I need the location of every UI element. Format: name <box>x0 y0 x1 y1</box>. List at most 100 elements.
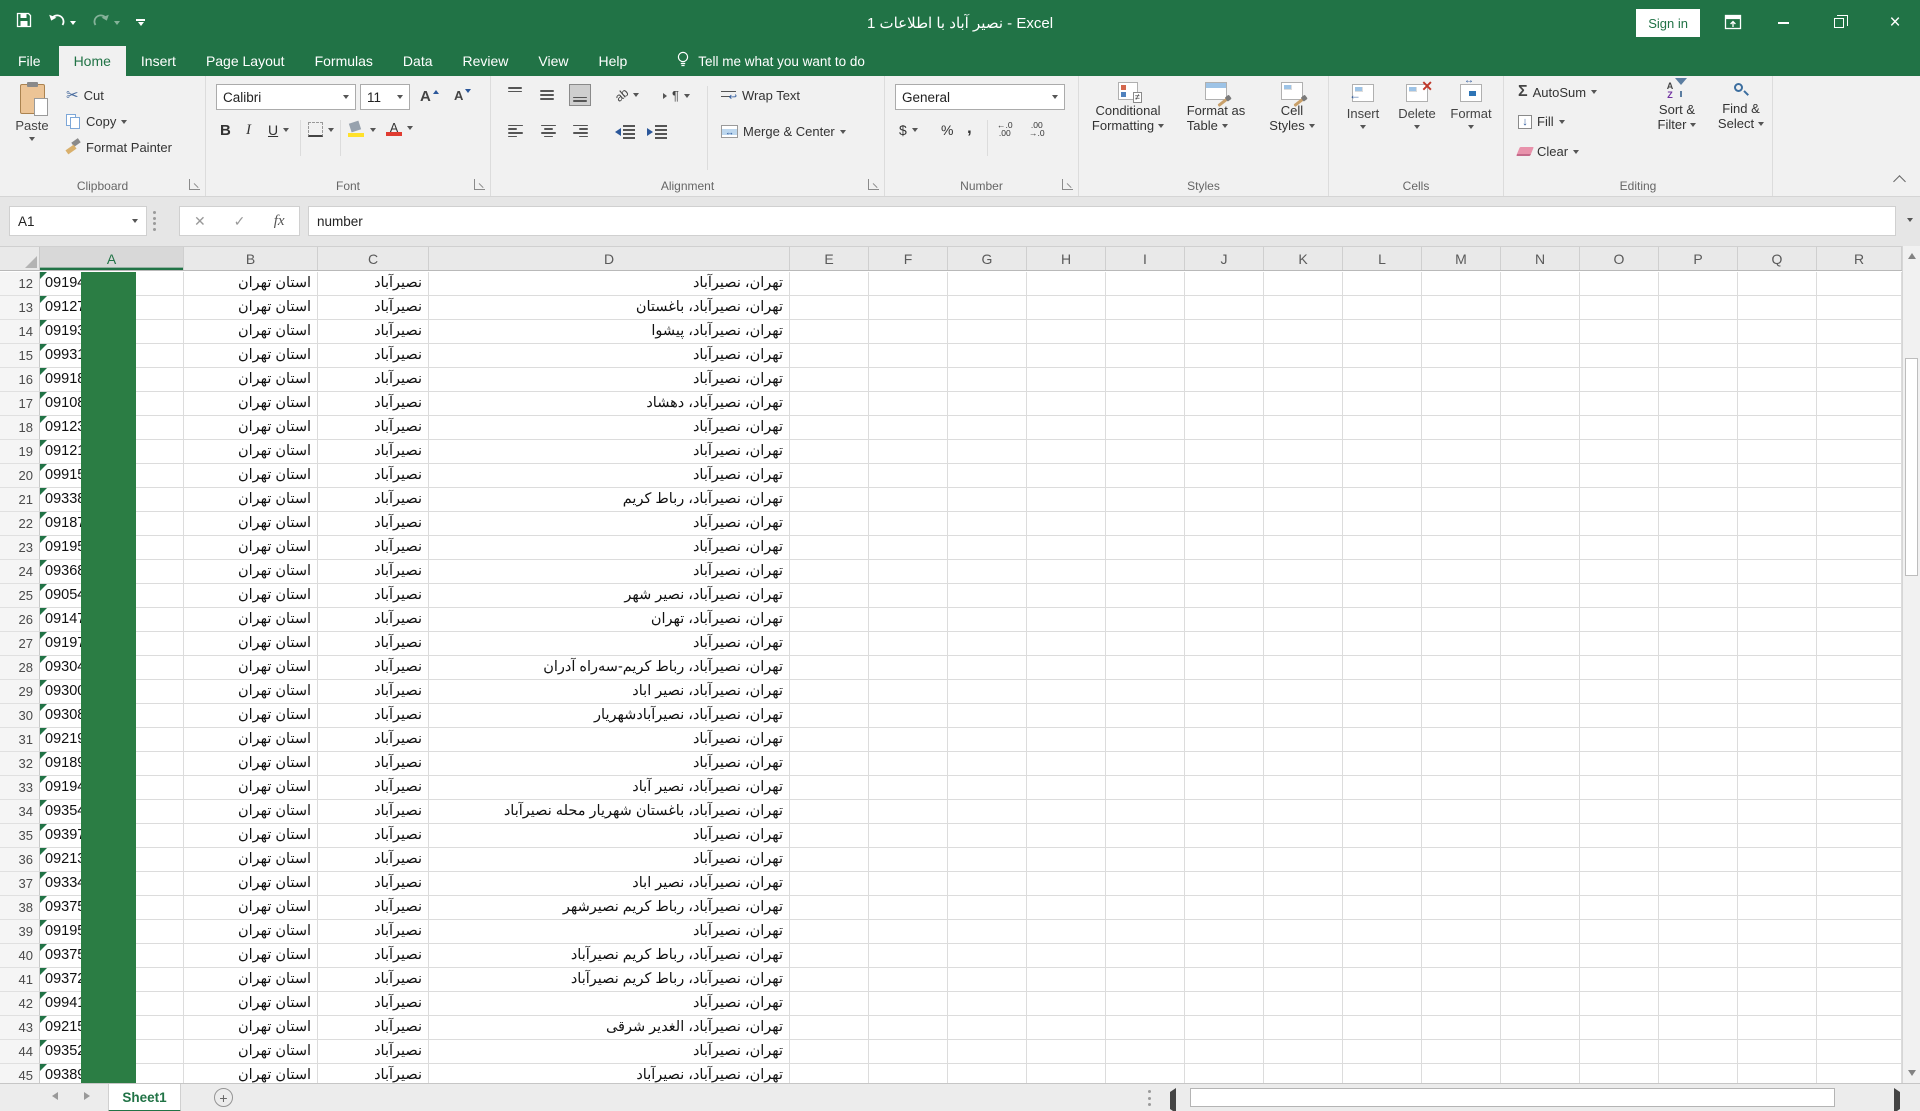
cell-o33[interactable] <box>1580 776 1659 800</box>
cell-b45[interactable]: استان تهران <box>184 1064 318 1083</box>
wrap-text-button[interactable]: ↩ Wrap Text <box>721 88 800 103</box>
cell-j15[interactable] <box>1185 344 1264 368</box>
cell-b28[interactable]: استان تهران <box>184 656 318 680</box>
cell-i39[interactable] <box>1106 920 1185 944</box>
copy-button[interactable]: Copy <box>66 114 128 129</box>
cell-r44[interactable] <box>1817 1040 1902 1064</box>
cell-b20[interactable]: استان تهران <box>184 464 318 488</box>
cell-o44[interactable] <box>1580 1040 1659 1064</box>
cell-j41[interactable] <box>1185 968 1264 992</box>
format-as-table-button[interactable]: Format as Table <box>1177 82 1255 133</box>
cell-o21[interactable] <box>1580 488 1659 512</box>
cell-r33[interactable] <box>1817 776 1902 800</box>
cell-h33[interactable] <box>1027 776 1106 800</box>
cell-f22[interactable] <box>869 512 948 536</box>
accounting-dropdown-icon[interactable] <box>911 128 918 132</box>
cell-i44[interactable] <box>1106 1040 1185 1064</box>
cell-h15[interactable] <box>1027 344 1106 368</box>
autosum-dropdown-icon[interactable] <box>1591 90 1598 94</box>
cell-d22[interactable]: تهران، نصیرآباد <box>429 512 790 536</box>
cell-m37[interactable] <box>1422 872 1501 896</box>
cell-p26[interactable] <box>1659 608 1738 632</box>
align-center-button[interactable] <box>537 120 559 142</box>
cell-i35[interactable] <box>1106 824 1185 848</box>
cell-k15[interactable] <box>1264 344 1343 368</box>
cell-c23[interactable]: نصیرآباد <box>318 536 429 560</box>
row-header-35[interactable]: 35 <box>0 824 40 848</box>
redo-icon[interactable] <box>92 13 110 33</box>
column-header-m[interactable]: M <box>1422 247 1501 270</box>
column-header-j[interactable]: J <box>1185 247 1264 270</box>
cell-o15[interactable] <box>1580 344 1659 368</box>
delete-cells-button[interactable]: ✕ Delete <box>1391 78 1443 129</box>
cell-m30[interactable] <box>1422 704 1501 728</box>
cell-e38[interactable] <box>790 896 869 920</box>
format-cells-button[interactable]: ↔ Format <box>1443 75 1499 129</box>
column-header-h[interactable]: H <box>1027 247 1106 270</box>
cell-o35[interactable] <box>1580 824 1659 848</box>
tab-home[interactable]: Home <box>58 46 126 76</box>
cell-p21[interactable] <box>1659 488 1738 512</box>
cell-n25[interactable] <box>1501 584 1580 608</box>
cell-f15[interactable] <box>869 344 948 368</box>
cell-m19[interactable] <box>1422 440 1501 464</box>
cell-k20[interactable] <box>1264 464 1343 488</box>
cell-q40[interactable] <box>1738 944 1817 968</box>
cell-n38[interactable] <box>1501 896 1580 920</box>
cell-p28[interactable] <box>1659 656 1738 680</box>
cell-g42[interactable] <box>948 992 1027 1016</box>
cell-q43[interactable] <box>1738 1016 1817 1040</box>
cell-d21[interactable]: تهران، نصیرآباد، رباط کریم <box>429 488 790 512</box>
row-header-24[interactable]: 24 <box>0 560 40 584</box>
cell-b32[interactable]: استان تهران <box>184 752 318 776</box>
cell-q17[interactable] <box>1738 392 1817 416</box>
cell-m38[interactable] <box>1422 896 1501 920</box>
cell-j39[interactable] <box>1185 920 1264 944</box>
cell-c45[interactable]: نصیرآباد <box>318 1064 429 1083</box>
cell-n41[interactable] <box>1501 968 1580 992</box>
cell-c30[interactable]: نصیرآباد <box>318 704 429 728</box>
cell-c26[interactable]: نصیرآباد <box>318 608 429 632</box>
cell-j21[interactable] <box>1185 488 1264 512</box>
cell-g23[interactable] <box>948 536 1027 560</box>
cell-k13[interactable] <box>1264 296 1343 320</box>
cell-m18[interactable] <box>1422 416 1501 440</box>
cell-g18[interactable] <box>948 416 1027 440</box>
cell-f17[interactable] <box>869 392 948 416</box>
cell-r20[interactable] <box>1817 464 1902 488</box>
new-sheet-icon[interactable]: + <box>214 1088 233 1107</box>
cell-f29[interactable] <box>869 680 948 704</box>
cell-m41[interactable] <box>1422 968 1501 992</box>
cell-m21[interactable] <box>1422 488 1501 512</box>
cell-j35[interactable] <box>1185 824 1264 848</box>
cell-f43[interactable] <box>869 1016 948 1040</box>
fill-dropdown-icon[interactable] <box>1558 119 1565 124</box>
cell-b34[interactable]: استان تهران <box>184 800 318 824</box>
tab-page-layout[interactable]: Page Layout <box>191 46 300 76</box>
cell-n32[interactable] <box>1501 752 1580 776</box>
cell-l23[interactable] <box>1343 536 1422 560</box>
font-color-dropdown-icon[interactable] <box>407 126 413 130</box>
decrease-font-size-button[interactable]: A <box>454 88 472 103</box>
orientation-button[interactable]: ab <box>612 85 640 105</box>
cell-f18[interactable] <box>869 416 948 440</box>
cell-j20[interactable] <box>1185 464 1264 488</box>
increase-indent-button[interactable] <box>647 124 667 139</box>
cell-f23[interactable] <box>869 536 948 560</box>
cell-p17[interactable] <box>1659 392 1738 416</box>
cell-p42[interactable] <box>1659 992 1738 1016</box>
row-header-17[interactable]: 17 <box>0 392 40 416</box>
cell-k33[interactable] <box>1264 776 1343 800</box>
cell-l32[interactable] <box>1343 752 1422 776</box>
cell-h38[interactable] <box>1027 896 1106 920</box>
row-header-45[interactable]: 45 <box>0 1064 40 1083</box>
cell-g19[interactable] <box>948 440 1027 464</box>
vertical-scrollbar-thumb[interactable] <box>1905 358 1918 576</box>
cell-f12[interactable] <box>869 272 948 296</box>
comma-style-button[interactable]: , <box>967 118 972 138</box>
cell-o29[interactable] <box>1580 680 1659 704</box>
cell-g15[interactable] <box>948 344 1027 368</box>
cell-r30[interactable] <box>1817 704 1902 728</box>
cell-i42[interactable] <box>1106 992 1185 1016</box>
undo-dropdown-icon[interactable] <box>70 20 76 25</box>
